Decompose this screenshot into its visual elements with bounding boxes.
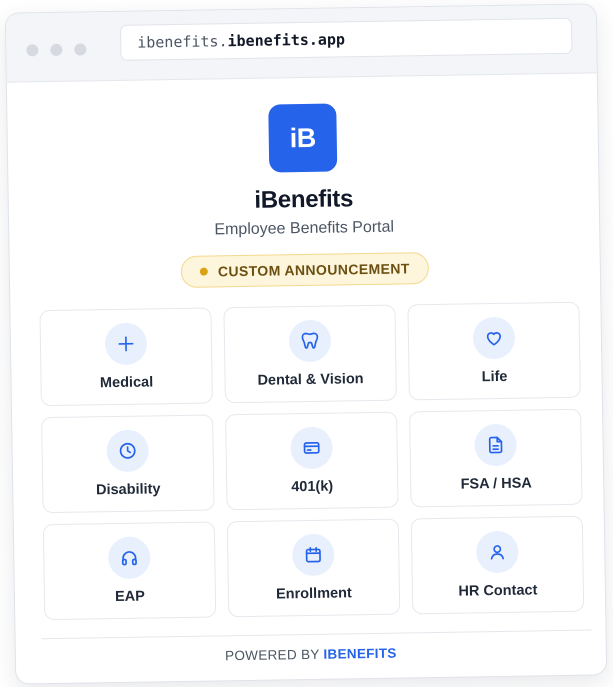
app-subtitle: Employee Benefits Portal bbox=[214, 218, 395, 239]
card-icon bbox=[290, 426, 333, 470]
heart-icon bbox=[472, 316, 516, 360]
document-icon bbox=[474, 423, 517, 467]
tile-label: Life bbox=[481, 368, 508, 386]
footer-prefix: POWERED BY bbox=[224, 646, 320, 664]
tile-401k[interactable]: 401(k) bbox=[225, 411, 399, 511]
clock-icon bbox=[106, 429, 149, 473]
url-domain: ibenefits.app bbox=[227, 30, 346, 51]
tile-eap[interactable]: EAP bbox=[42, 521, 217, 621]
announcement-badge: CUSTOM ANNOUNCEMENT bbox=[180, 252, 430, 288]
headphones-icon bbox=[108, 536, 151, 580]
tile-label: FSA / HSA bbox=[460, 475, 532, 493]
window-dot-icon[interactable] bbox=[74, 43, 87, 56]
tile-disability[interactable]: Disability bbox=[41, 414, 215, 514]
address-bar[interactable]: ibenefits. ibenefits.app bbox=[119, 17, 573, 61]
tile-fsa-hsa[interactable]: FSA / HSA bbox=[409, 408, 583, 508]
tile-enrollment[interactable]: Enrollment bbox=[226, 518, 401, 618]
app-title: iBenefits bbox=[254, 185, 354, 214]
browser-titlebar: ibenefits. ibenefits.app bbox=[5, 4, 597, 83]
tile-label: Medical bbox=[99, 374, 154, 392]
tile-dental-vision[interactable]: Dental & Vision bbox=[223, 304, 397, 404]
window-dot-icon[interactable] bbox=[50, 43, 63, 56]
footer: POWERED BY IBENEFITS bbox=[16, 642, 606, 666]
tile-label: HR Contact bbox=[458, 582, 538, 600]
announcement-text: CUSTOM ANNOUNCEMENT bbox=[217, 260, 410, 280]
browser-window: ibenefits. ibenefits.app iB iBenefits Emp… bbox=[4, 3, 608, 685]
tile-label: 401(k) bbox=[291, 478, 334, 496]
tile-life[interactable]: Life bbox=[407, 301, 581, 401]
portal-content: iB iBenefits Employee Benefits Portal CU… bbox=[7, 73, 606, 666]
window-controls bbox=[26, 43, 87, 57]
user-icon bbox=[475, 530, 519, 574]
plus-icon bbox=[104, 322, 148, 366]
tile-label: Enrollment bbox=[275, 585, 352, 603]
footer-brand-link[interactable]: IBENEFITS bbox=[323, 646, 396, 662]
tooth-icon bbox=[288, 319, 332, 363]
benefits-grid: Medical Dental & Vision Life Disability bbox=[39, 301, 605, 621]
tile-hr-contact[interactable]: HR Contact bbox=[410, 515, 585, 615]
calendar-icon bbox=[291, 533, 335, 577]
tile-label: Dental & Vision bbox=[257, 371, 364, 389]
window-dot-icon[interactable] bbox=[26, 44, 39, 57]
footer-divider bbox=[41, 629, 592, 640]
app-logo-text: iB bbox=[289, 122, 316, 153]
tile-label: EAP bbox=[114, 588, 145, 606]
announcement-dot-icon bbox=[199, 267, 208, 276]
tile-label: Disability bbox=[95, 481, 161, 499]
url-subdomain: ibenefits. bbox=[137, 32, 228, 52]
app-logo: iB bbox=[268, 103, 338, 173]
tile-medical[interactable]: Medical bbox=[39, 307, 213, 407]
